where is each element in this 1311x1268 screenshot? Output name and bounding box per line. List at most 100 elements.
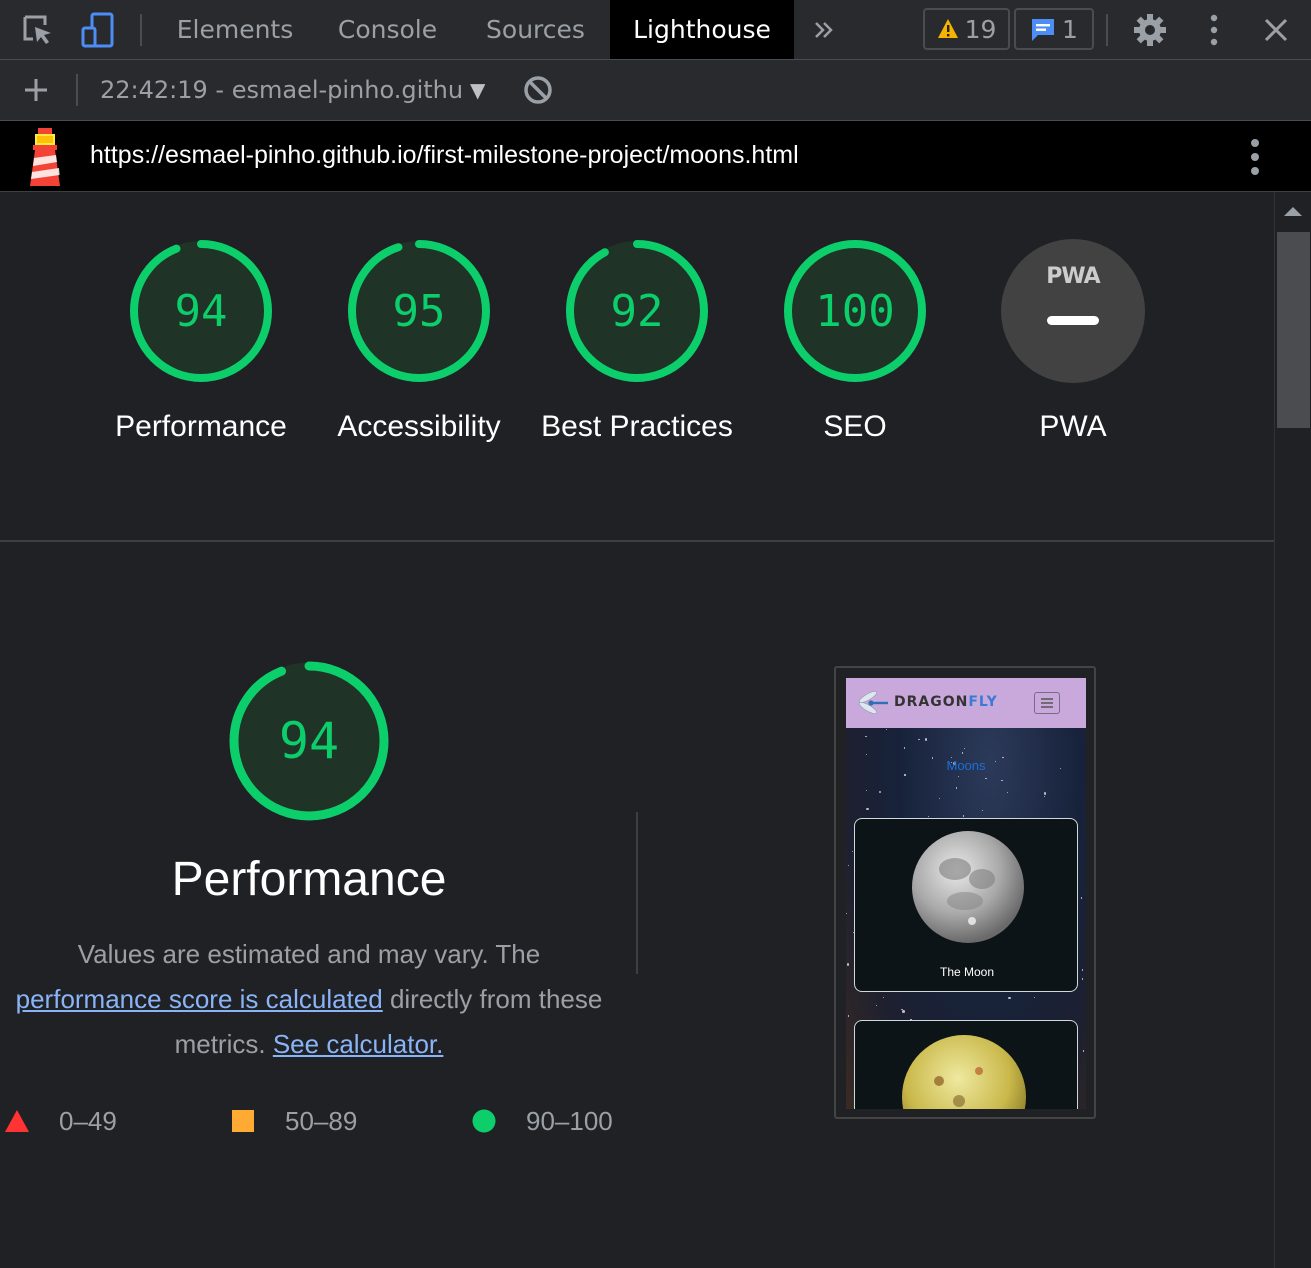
- warning-icon: [937, 19, 958, 38]
- performance-title: Performance: [171, 853, 447, 906]
- report-scrollbar[interactable]: [1274, 192, 1311, 1268]
- star-decoration: [1034, 996, 1036, 999]
- tab-console[interactable]: Console: [320, 0, 455, 59]
- see-calculator-link[interactable]: See calculator.: [273, 1029, 444, 1059]
- page-screenshot-image: DRAGONFLY Moons The Moon: [846, 678, 1086, 1109]
- hamburger-menu-icon: [1034, 692, 1060, 714]
- gauge-label-best-practices: Best Practices: [541, 410, 733, 443]
- star-decoration: [1008, 996, 1011, 1000]
- gauge-label-seo: SEO: [823, 410, 887, 443]
- more-options-kebab-icon[interactable]: [1194, 10, 1234, 50]
- settings-gear-icon[interactable]: [1130, 10, 1170, 50]
- star-decoration: [885, 729, 887, 731]
- star-decoration: [902, 1010, 905, 1013]
- tab-elements[interactable]: Elements: [160, 0, 310, 59]
- screenshot-navbar: DRAGONFLY: [846, 678, 1086, 728]
- scroll-up-arrow-icon[interactable]: [1284, 206, 1302, 218]
- devtools-tab-bar: Elements Console Sources Lighthouse 19 1: [0, 0, 1311, 60]
- legend-fail: 0–49: [5, 1104, 117, 1138]
- star-decoration: [963, 815, 965, 817]
- star-decoration: [851, 850, 853, 853]
- average-square-icon: [232, 1110, 254, 1132]
- fail-triangle-icon: [5, 1110, 29, 1132]
- report-select-value: 22:42:19 - esmael-pinho.github.io: [100, 76, 462, 104]
- moon-image: [912, 831, 1024, 943]
- io-moon-image: [902, 1035, 1026, 1109]
- scrollbar-thumb[interactable]: [1277, 232, 1310, 428]
- star-decoration: [866, 789, 868, 792]
- dragonfly-logo-icon: [858, 691, 888, 714]
- star-decoration: [1043, 792, 1047, 795]
- gauge-label-accessibility: Accessibility: [337, 410, 501, 443]
- gauge-label-performance: Performance: [115, 410, 287, 443]
- star-decoration: [904, 774, 906, 776]
- star-decoration: [956, 787, 958, 789]
- legend-average: 50–89: [231, 1104, 357, 1138]
- section-divider: [636, 812, 638, 974]
- lighthouse-logo-icon: [24, 128, 66, 191]
- gauge-score: 95: [392, 285, 446, 337]
- score-calculated-link[interactable]: performance score is calculated: [16, 984, 383, 1014]
- star-decoration: [848, 1015, 850, 1017]
- gauge-performance[interactable]: 94: [128, 238, 274, 384]
- warnings-count: 19: [964, 14, 997, 44]
- tab-lighthouse[interactable]: Lighthouse: [610, 0, 794, 59]
- gauge-label-pwa: PWA: [1039, 410, 1107, 443]
- tab-sources[interactable]: Sources: [468, 0, 603, 59]
- screenshot-card-io: [854, 1020, 1078, 1109]
- screenshot-brand: DRAGONFLY: [894, 694, 998, 710]
- gauge-pwa[interactable]: PWA: [1000, 238, 1146, 384]
- star-decoration: [938, 797, 940, 800]
- star-decoration: [882, 996, 884, 998]
- performance-big-gauge: 94: [227, 659, 391, 823]
- messages-badge[interactable]: 1: [1014, 8, 1094, 50]
- summary-divider: [0, 540, 1274, 542]
- report-url[interactable]: https://esmael-pinho.github.io/first-mil…: [90, 141, 799, 170]
- star-decoration: [865, 735, 867, 738]
- more-tabs-icon[interactable]: [806, 0, 842, 59]
- warnings-badge[interactable]: 19: [923, 8, 1010, 50]
- gauge-seo[interactable]: 100: [782, 238, 928, 384]
- screenshot-heading: Moons: [946, 758, 986, 773]
- final-screenshot[interactable]: DRAGONFLY Moons The Moon: [834, 666, 1096, 1119]
- pass-circle-icon: [472, 1109, 496, 1133]
- star-decoration: [957, 775, 959, 777]
- star-decoration: [1082, 1050, 1084, 1052]
- star-decoration: [1043, 795, 1045, 797]
- inspect-element-icon[interactable]: [18, 10, 58, 50]
- star-decoration: [878, 790, 882, 794]
- report-select-dropdown[interactable]: 22:42:19 - esmael-pinho.github.io ▼: [100, 72, 485, 108]
- device-toolbar-icon[interactable]: [78, 10, 118, 50]
- star-decoration: [985, 778, 987, 780]
- close-devtools-icon[interactable]: [1256, 10, 1296, 50]
- star-decoration: [962, 752, 964, 754]
- performance-score: 94: [278, 712, 340, 770]
- star-decoration: [846, 913, 848, 915]
- star-decoration: [866, 807, 869, 811]
- gauge-accessibility[interactable]: 95: [346, 238, 492, 384]
- lighthouse-report: 94 Performance 95 Accessibility 92 Best …: [0, 192, 1274, 1268]
- star-decoration: [865, 753, 867, 756]
- report-url-bar: https://esmael-pinho.github.io/first-mil…: [0, 121, 1311, 192]
- new-report-plus-icon[interactable]: [16, 70, 56, 110]
- chevron-down-icon: ▼: [470, 78, 486, 102]
- star-decoration: [904, 747, 906, 749]
- pwa-badge-icon: PWA: [1046, 264, 1100, 289]
- legend-pass: 90–100: [472, 1104, 613, 1138]
- screenshot-card-caption: The Moon: [939, 965, 995, 979]
- star-decoration: [918, 739, 920, 741]
- star-decoration: [981, 809, 983, 812]
- star-decoration: [847, 864, 849, 866]
- clear-all-block-icon[interactable]: [518, 70, 558, 110]
- star-decoration: [876, 1004, 878, 1006]
- star-decoration: [924, 738, 928, 741]
- messages-count: 1: [1062, 14, 1078, 44]
- gauge-score: 94: [174, 285, 228, 337]
- star-decoration: [1080, 897, 1082, 899]
- message-icon: [1032, 19, 1055, 41]
- star-decoration: [1081, 978, 1083, 980]
- gauge-best-practices[interactable]: 92: [564, 238, 710, 384]
- lighthouse-toolbar: 22:42:19 - esmael-pinho.github.io ▼: [0, 60, 1311, 121]
- report-menu-kebab-icon[interactable]: [1248, 137, 1262, 182]
- performance-description: Values are estimated and may vary. The p…: [15, 939, 603, 1059]
